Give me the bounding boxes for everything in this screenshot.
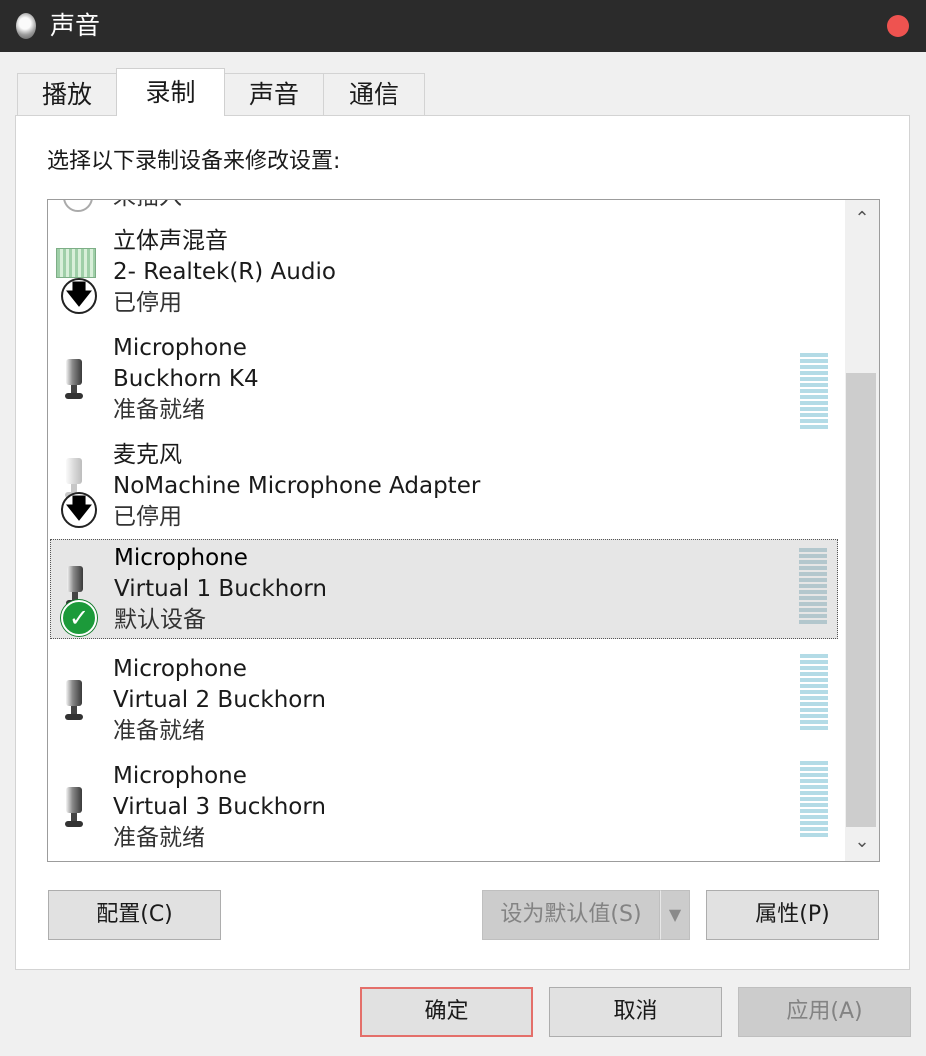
device-description: Virtual 3 Buckhorn xyxy=(113,794,327,820)
set-default-button[interactable]: 设为默认值(S) xyxy=(482,890,660,940)
cut-off-item: 未插入 xyxy=(113,200,182,212)
microphone-icon xyxy=(63,680,85,724)
level-meter xyxy=(800,654,828,732)
level-meter xyxy=(799,548,827,626)
device-status: 准备就绪 xyxy=(113,718,205,744)
chevron-down-icon[interactable]: ▼ xyxy=(660,890,690,940)
device-description: NoMachine Microphone Adapter xyxy=(113,473,481,499)
device-status: 准备就绪 xyxy=(113,825,205,851)
ok-button[interactable]: 确定 xyxy=(360,987,533,1037)
scroll-down-icon[interactable]: ⌄ xyxy=(845,825,879,859)
tab-recording[interactable]: 录制 xyxy=(116,68,225,116)
scroll-thumb[interactable] xyxy=(846,373,876,827)
device-description: 2- Realtek(R) Audio xyxy=(113,259,336,285)
device-status: 默认设备 xyxy=(114,607,206,633)
device-status: 已停用 xyxy=(113,504,182,530)
title-bar: 声音 xyxy=(0,0,926,52)
microphone-icon xyxy=(63,787,85,831)
device-item-virtual-2[interactable]: Microphone Virtual 2 Buckhorn 准备就绪 xyxy=(48,648,844,755)
device-item-nomachine[interactable]: 🡇 麦克风 NoMachine Microphone Adapter 已停用 xyxy=(48,434,844,541)
vertical-scrollbar[interactable]: ⌃ ⌄ xyxy=(845,200,879,861)
scroll-up-icon[interactable]: ⌃ xyxy=(845,202,879,236)
configure-button[interactable]: 配置(C) xyxy=(48,890,221,940)
microphone-icon xyxy=(63,359,85,403)
tab-sounds[interactable]: 声音 xyxy=(224,73,324,115)
default-check-icon: ✓ xyxy=(61,600,97,636)
device-name: Microphone xyxy=(113,656,247,682)
device-name: 麦克风 xyxy=(113,442,182,468)
sound-card-icon xyxy=(56,248,96,278)
tab-playback[interactable]: 播放 xyxy=(17,73,117,115)
device-item-virtual-1[interactable]: ✓ Microphone Virtual 1 Buckhorn 默认设备 xyxy=(50,539,838,639)
speaker-icon xyxy=(16,13,36,39)
close-button[interactable] xyxy=(887,15,909,37)
instruction-text: 选择以下录制设备来修改设置: xyxy=(47,149,341,174)
window-title: 声音 xyxy=(50,11,101,40)
apply-button[interactable]: 应用(A) xyxy=(738,987,911,1037)
device-item-virtual-3[interactable]: Microphone Virtual 3 Buckhorn 准备就绪 xyxy=(48,755,844,861)
device-item-stereo-mix[interactable]: 🡇 立体声混音 2- Realtek(R) Audio 已停用 xyxy=(48,220,844,327)
cancel-button[interactable]: 取消 xyxy=(549,987,722,1037)
disabled-arrow-icon: 🡇 xyxy=(61,278,97,314)
device-description: Buckhorn K4 xyxy=(113,366,259,392)
device-list[interactable]: 未插入 🡇 立体声混音 2- Realtek(R) Audio 已停用 Micr… xyxy=(47,199,880,862)
microphone-icon xyxy=(63,200,93,212)
disabled-arrow-icon: 🡇 xyxy=(61,492,97,528)
device-name: Microphone xyxy=(114,545,248,571)
level-meter xyxy=(800,353,828,431)
device-name: 立体声混音 xyxy=(113,228,228,254)
level-meter xyxy=(800,761,828,839)
device-status: 准备就绪 xyxy=(113,397,205,423)
device-status: 已停用 xyxy=(113,290,182,316)
device-item-buckhorn-k4[interactable]: Microphone Buckhorn K4 准备就绪 xyxy=(48,327,844,434)
device-description: Virtual 2 Buckhorn xyxy=(113,687,327,713)
device-name: Microphone xyxy=(113,763,247,789)
device-description: Virtual 1 Buckhorn xyxy=(114,576,328,602)
properties-button[interactable]: 属性(P) xyxy=(706,890,879,940)
tab-communications[interactable]: 通信 xyxy=(323,73,425,115)
device-name: Microphone xyxy=(113,335,247,361)
